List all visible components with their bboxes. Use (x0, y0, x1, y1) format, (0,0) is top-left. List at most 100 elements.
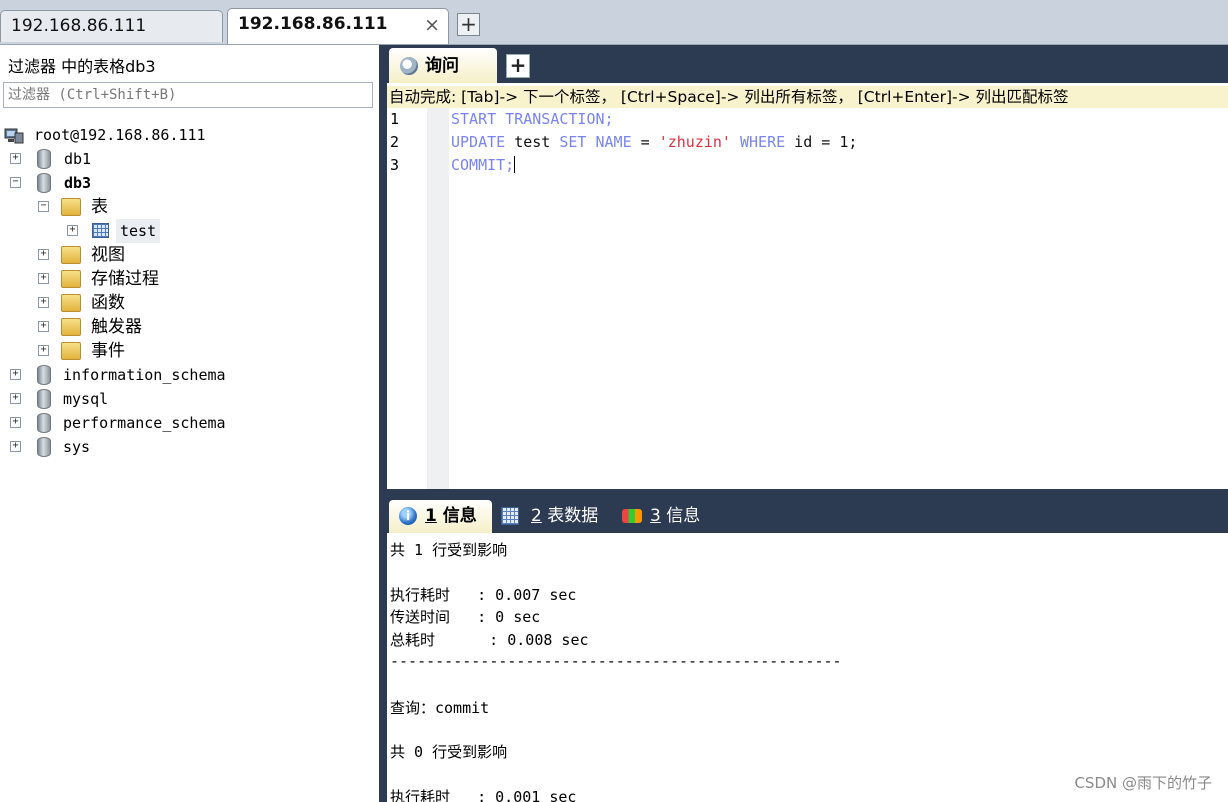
keyword-update: UPDATE (451, 133, 506, 151)
database-icon (37, 413, 51, 433)
code-line-3: COMMIT; (451, 156, 516, 174)
column-name: NAME (595, 133, 632, 151)
expand-icon[interactable]: + (38, 273, 49, 284)
expand-icon[interactable]: + (10, 153, 21, 164)
result-line: 执行耗时 : 0.001 sec (390, 788, 577, 802)
result-line: 总耗时 : 0.008 sec (390, 631, 589, 649)
tree-label: 存储过程 (91, 269, 159, 289)
expand-icon[interactable]: + (10, 417, 21, 428)
tab-result-messages-1[interactable]: i 1 信息 (389, 500, 492, 533)
text-caret (514, 156, 516, 173)
autocomplete-hint: 自动完成: [Tab]-> 下一个标签， [Ctrl+Space]-> 列出所有… (387, 86, 1228, 108)
vertical-splitter[interactable] (379, 45, 387, 802)
result-line: 共 1 行受到影响 (390, 541, 508, 559)
folder-icon (61, 198, 81, 216)
tree-label: db1 (64, 150, 92, 168)
tab-number: 1 (425, 506, 437, 526)
connection-tab-2[interactable]: 192.168.86.111 × (227, 8, 449, 44)
info-blocks-icon (622, 509, 642, 523)
connection-tab-bar: 192.168.86.111 192.168.86.111 × + (0, 0, 1228, 45)
expand-icon[interactable]: + (38, 249, 49, 260)
expand-icon[interactable]: + (38, 321, 49, 332)
tree-label: information_schema (63, 366, 226, 384)
expand-icon[interactable]: + (38, 297, 49, 308)
expand-icon[interactable]: + (10, 393, 21, 404)
info-icon: i (399, 507, 417, 525)
add-connection-button[interactable]: + (457, 13, 480, 36)
close-icon[interactable]: × (424, 10, 440, 40)
keyword-set: SET (559, 133, 587, 151)
folder-icon (61, 318, 81, 336)
folder-icon (61, 246, 81, 264)
tree-label: performance_schema (63, 414, 226, 432)
tree-label: mysql (63, 390, 109, 408)
tab-label: 信息 (436, 506, 477, 526)
string-literal: 'zhuzin' (658, 133, 731, 151)
result-line: ----------------------------------------… (390, 652, 842, 670)
folder-icon (61, 294, 81, 312)
table-grid-icon (501, 507, 519, 525)
results-output: 共 1 行受到影响 执行耗时 : 0.007 sec 传送时间 : 0 sec … (387, 533, 1228, 802)
expand-icon[interactable]: + (10, 369, 21, 380)
database-icon (37, 149, 51, 169)
tree-label: db3 (64, 174, 92, 192)
query-icon (400, 57, 418, 75)
tab-table-data[interactable]: 2 表数据 (495, 500, 610, 533)
tab-label: 表数据 (541, 506, 599, 526)
horizontal-splitter[interactable] (387, 489, 1228, 497)
database-icon (37, 437, 51, 457)
tab-number: 2 (531, 506, 542, 526)
expand-icon[interactable]: + (67, 225, 78, 236)
line-number-gutter: 1 2 3 (387, 108, 427, 489)
tree-label: root@192.168.86.111 (34, 126, 206, 144)
table-icon (92, 223, 109, 238)
line-number: 2 (390, 133, 400, 151)
database-icon (37, 173, 51, 193)
expand-icon[interactable]: + (10, 441, 21, 452)
collapse-icon[interactable]: − (10, 177, 21, 188)
tree-label: 触发器 (91, 317, 142, 337)
tab-query[interactable]: 询问 (389, 48, 497, 83)
result-line: 共 0 行受到影响 (390, 743, 508, 761)
tab-label: 信息 (660, 506, 701, 526)
expand-icon[interactable]: + (38, 345, 49, 356)
tree-label: 函数 (91, 293, 125, 313)
tree-label: sys (63, 438, 91, 456)
database-icon (37, 365, 51, 385)
database-icon (37, 389, 51, 409)
result-line: 传送时间 : 0 sec (390, 608, 541, 626)
code-line-2: UPDATE test SET NAME = 'zhuzin' WHERE id… (451, 133, 857, 151)
fold-margin (427, 108, 449, 489)
object-browser-title: 过滤器 中的表格db3 (8, 57, 156, 76)
tree-label: 表 (91, 197, 108, 217)
result-line: 查询：commit (390, 699, 490, 717)
connection-tab-1[interactable]: 192.168.86.111 (0, 10, 223, 42)
folder-icon (61, 270, 81, 288)
server-icon (4, 128, 24, 144)
add-query-tab-button[interactable]: + (506, 54, 530, 78)
equals-sign: = (631, 133, 659, 151)
connection-tab-label: 192.168.86.111 (11, 16, 147, 36)
tree-label: 视图 (91, 245, 125, 265)
sql-editor[interactable]: 1 2 3 START TRANSACTION; UPDATE test SET… (387, 108, 1228, 489)
code-line-1: START TRANSACTION; (451, 110, 614, 128)
tree-label: 事件 (91, 341, 125, 361)
table-name: test (505, 133, 560, 151)
keyword-commit: COMMIT; (451, 156, 515, 174)
tree-label: test (116, 219, 161, 243)
line-number: 1 (390, 110, 400, 128)
collapse-icon[interactable]: − (38, 201, 49, 212)
tab-result-messages-3[interactable]: 3 信息 (614, 500, 714, 533)
where-condition: id = 1; (785, 133, 858, 151)
filter-input[interactable]: 过滤器 (Ctrl+Shift+B) (3, 82, 373, 108)
watermark: CSDN @雨下的竹子 (1074, 774, 1212, 792)
connection-tab-label: 192.168.86.111 (238, 14, 388, 34)
keyword-where: WHERE (740, 133, 786, 151)
tab-query-label: 询问 (425, 56, 459, 76)
tab-number: 3 (650, 506, 661, 526)
line-number: 3 (390, 156, 400, 174)
object-browser: 过滤器 中的表格db3 过滤器 (Ctrl+Shift+B) root@192.… (0, 45, 379, 802)
result-line: 执行耗时 : 0.007 sec (390, 586, 577, 604)
